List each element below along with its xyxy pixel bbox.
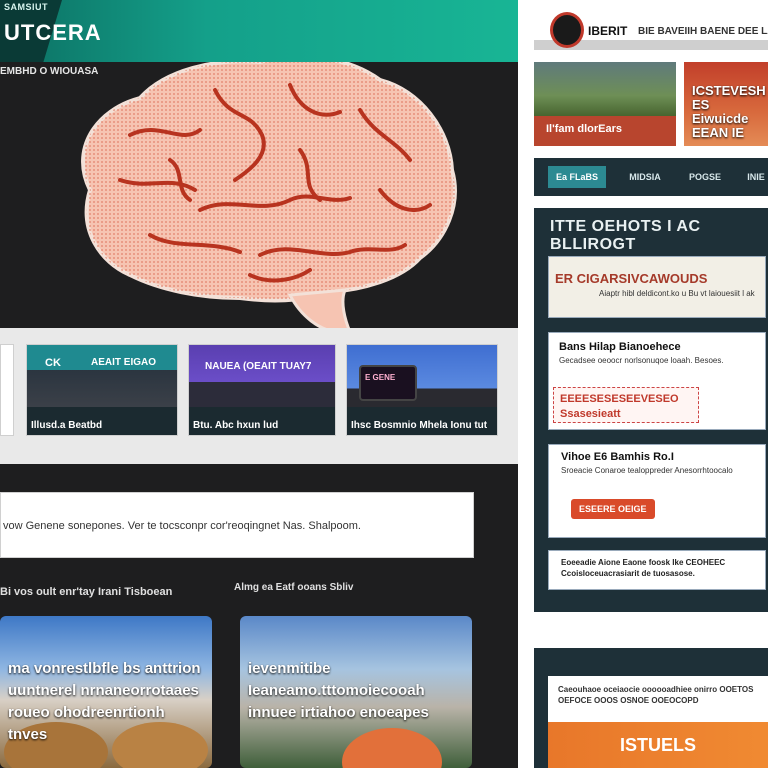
- sidebar-header: IBERIT BIE BAVEIIH BAENE DEE LANE: [534, 10, 768, 52]
- sidebar-thumbnail-1[interactable]: Il'fam dlorEars: [534, 62, 676, 146]
- subnav-label[interactable]: EMBHD O WIOUASA: [0, 66, 98, 77]
- video-card-strip: CK AEAIT EIGAO Illusd.a Beatbd NAUEA (OE…: [0, 328, 518, 464]
- site-title[interactable]: UTCERA: [4, 20, 102, 46]
- panel-title: ITTE OEHOTS I AC BLLIROGT: [550, 218, 701, 253]
- promo-box-title: ER CIGARSIVCAWOUDS: [555, 271, 708, 286]
- info-box-text: Gecadsee oeoocr norlsonuqoe loaah. Besoe…: [559, 356, 724, 365]
- site-label: SAMSIUT: [4, 2, 48, 12]
- feature-card-text: ma vonrestlbfle bs anttrion uuntnerel nr…: [8, 660, 201, 743]
- cta-box-title: Vihoe E6 Bamhis Ro.I: [561, 451, 674, 463]
- info-box-title: Bans Hilap Bianoehece: [559, 341, 681, 353]
- promo-box-subtitle: Aiaptr hibl deldicont.ko u Bu vt laioues…: [599, 289, 755, 298]
- cta-box-text: Sroeacie Conaroe tealoppreder Anesorrhto…: [561, 466, 733, 475]
- strip-card-2[interactable]: NAUEA (OEAIT TUAY7 Btu. Abc hxun lud: [188, 344, 336, 436]
- strip-card-caption: Illusd.a Beatbd: [31, 420, 103, 431]
- strip-card-label: AEAIT EIGAO: [91, 357, 157, 368]
- bottom-ad-text: Caeouhaoe oceiaocie oooooadhiee onirro O…: [558, 685, 754, 705]
- sidebar-bottom-panel: Caeouhaoe oceiaocie oooooadhiee onirro O…: [534, 648, 768, 768]
- device-screen-text: E GENE: [365, 373, 396, 382]
- stamp-badge: EEEESESESEEVESEO Ssasesieatt: [553, 387, 699, 423]
- sidebar-panel: ITTE OEHOTS I AC BLLIROGT ER CIGARSIVCAW…: [534, 208, 768, 612]
- cta-button[interactable]: ESEERE OEIGE: [571, 499, 655, 519]
- strip-card-thumbnail: [27, 345, 177, 407]
- feature-card-2[interactable]: ievenmitibe Ieaneamo.tttomoiecooah innue…: [240, 616, 472, 768]
- site-header: SAMSIUT UTCERA: [0, 0, 518, 62]
- brand-logo-icon[interactable]: [550, 12, 584, 48]
- strip-card-caption: Ihsc Bosmnio Mhela Ionu tut: [351, 420, 488, 431]
- tab-2[interactable]: MIDSIA: [620, 166, 670, 188]
- strip-card-partial[interactable]: [0, 344, 14, 436]
- bottom-ad-box[interactable]: Caeouhaoe oceiaocie oooooadhiee onirro O…: [548, 676, 768, 768]
- feature-card-text: ievenmitibe Ieaneamo.tttomoiecooah innue…: [248, 660, 429, 721]
- cta-box: Vihoe E6 Bamhis Ro.I Sroeacie Conaroe te…: [548, 444, 766, 538]
- comment-input-box[interactable]: [0, 492, 474, 558]
- note-box: Eoeeadie Aione Eaone foosk Ike CEOHEEC C…: [548, 550, 766, 590]
- promo-box[interactable]: ER CIGARSIVCAWOUDS Aiaptr hibl deldicont…: [548, 256, 766, 318]
- thumbnail-caption: ICSTEVESH ES Eiwuicde EEAN IE: [692, 83, 766, 140]
- strip-card-thumbnail: [189, 345, 335, 407]
- strip-card-label: NAUEA (OEAIT TUAY7: [205, 361, 312, 372]
- section-title[interactable]: Bi vos oult enr'tay Irani Tisboean: [0, 586, 172, 598]
- strip-card-caption: Btu. Abc hxun lud: [193, 420, 279, 431]
- sidebar-tabs: Ea FLaBS MIDSIA POGSE INIE: [534, 158, 768, 196]
- hero-brain-illustration: [81, 54, 457, 332]
- feature-card-1[interactable]: ma vonrestlbfle bs anttrion uuntnerel nr…: [0, 616, 212, 768]
- section-header-row: Bi vos oult enr'tay Irani Tisboean Almg …: [0, 582, 518, 604]
- tab-3[interactable]: POGSE: [680, 166, 730, 188]
- sidebar-tagline: BIE BAVEIIH BAENE DEE LANE: [638, 26, 768, 37]
- note-box-text: Eoeeadie Aione Eaone foosk Ike CEOHEEC C…: [561, 558, 726, 578]
- section-subtitle[interactable]: Almg ea Eatf ooans Sbliv: [234, 582, 353, 593]
- thumbnail-caption: Il'fam dlorEars: [534, 116, 676, 146]
- device-screen-graphic: E GENE: [359, 365, 417, 401]
- strip-card-tag: CK: [45, 357, 61, 369]
- strip-card-1[interactable]: CK AEAIT EIGAO Illusd.a Beatbd: [26, 344, 178, 436]
- sidebar-thumbnail-2[interactable]: ICSTEVESH ES Eiwuicde EEAN IE: [684, 62, 768, 146]
- tab-4[interactable]: INIE: [744, 166, 768, 188]
- tab-1[interactable]: Ea FLaBS: [548, 166, 606, 188]
- info-box: Bans Hilap Bianoehece Gecadsee oeoocr no…: [548, 332, 766, 430]
- strip-card-3[interactable]: E GENE Ihsc Bosmnio Mhela Ionu tut: [346, 344, 498, 436]
- comment-input[interactable]: [1, 515, 471, 537]
- sidebar-brand[interactable]: IBERIT: [588, 24, 627, 38]
- bottom-ad-banner[interactable]: ISTUELS: [548, 722, 768, 768]
